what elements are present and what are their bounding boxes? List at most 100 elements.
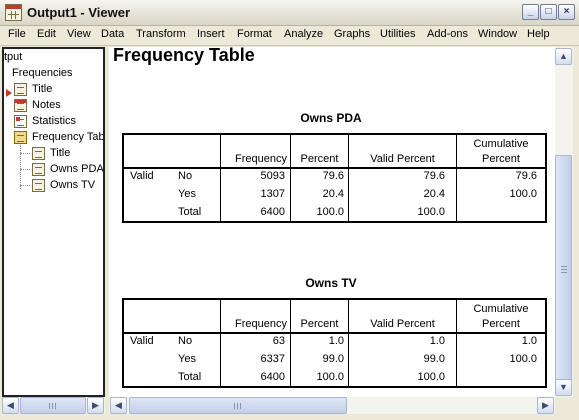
- tree-item-owns-tv[interactable]: Owns TV: [50, 179, 95, 191]
- tree-connector: [20, 145, 21, 189]
- table-cell: 6400: [260, 206, 285, 218]
- grip-line: [55, 403, 56, 409]
- menu-edit[interactable]: Edit: [37, 28, 56, 40]
- scroll-left-button[interactable]: ◀: [2, 397, 19, 414]
- scroll-right-button[interactable]: ▶: [537, 397, 554, 414]
- table-cell: 1.0: [521, 335, 537, 347]
- outline-pane[interactable]: tput Frequencies Title Notes Statistics …: [2, 47, 105, 397]
- table-cell: 5093: [260, 170, 285, 182]
- horizontal-scroll-thumb[interactable]: [129, 397, 347, 414]
- menu-analyze[interactable]: Analyze: [284, 28, 323, 40]
- tree-item-owns-pda[interactable]: Owns PDA: [50, 163, 103, 175]
- table-cell: 6337: [260, 353, 285, 365]
- close-button[interactable]: ×: [558, 4, 575, 20]
- table-cell: 6400: [260, 371, 285, 383]
- grip-line: [240, 403, 241, 409]
- table-cell: 20.4: [423, 188, 445, 200]
- menu-insert[interactable]: Insert: [197, 28, 225, 40]
- tree-item-statistics[interactable]: Statistics: [32, 115, 76, 127]
- outline-horizontal-scrollbar[interactable]: ◀ ▶: [2, 397, 105, 414]
- content-pane: Frequency Table Owns PDA Cumulative Freq…: [109, 47, 555, 397]
- statistics-icon: [14, 115, 27, 128]
- column-header: Valid Percent: [370, 153, 435, 165]
- row-label: Total: [178, 206, 202, 218]
- menu-bar: File Edit View Data Transform Insert For…: [0, 26, 579, 46]
- notes-icon: [14, 99, 27, 112]
- menu-transform[interactable]: Transform: [136, 28, 186, 40]
- horizontal-scroll-thumb[interactable]: [20, 397, 86, 414]
- column-header: Cumulative: [473, 303, 529, 315]
- title-icon: [32, 147, 45, 160]
- column-header: Valid Percent: [370, 318, 435, 330]
- grip-line: [237, 403, 238, 409]
- scroll-down-button[interactable]: ▼: [555, 379, 572, 396]
- vertical-scrollbar[interactable]: ▲ ▼: [555, 47, 573, 397]
- menu-window[interactable]: Window: [478, 28, 517, 40]
- tree-item-output[interactable]: tput: [4, 51, 22, 63]
- row-label: Yes: [178, 353, 196, 365]
- menu-help[interactable]: Help: [527, 28, 550, 40]
- tree-item-notes[interactable]: Notes: [32, 99, 61, 111]
- menu-format[interactable]: Format: [237, 28, 272, 40]
- table-cell: 99.0: [322, 353, 344, 365]
- menu-graphs[interactable]: Graphs: [334, 28, 370, 40]
- tree-connector: [20, 153, 30, 154]
- table-icon: [32, 163, 45, 176]
- table-cell: 100.0: [509, 353, 537, 365]
- tree-item-frequencies[interactable]: Frequencies: [12, 67, 73, 79]
- table-cell: 20.4: [322, 188, 344, 200]
- column-header: Percent: [300, 153, 339, 165]
- menu-utilities[interactable]: Utilities: [380, 28, 415, 40]
- tree-connector: [20, 169, 30, 170]
- tree-item-subtitle[interactable]: Title: [50, 147, 70, 159]
- table-cell: 63: [272, 335, 285, 347]
- row-group-label: Valid: [130, 335, 154, 347]
- grip-line: [561, 266, 567, 267]
- table-title: Owns TV: [305, 276, 357, 290]
- column-header: Cumulative: [473, 138, 529, 150]
- row-label: No: [178, 335, 193, 347]
- grip-line: [234, 403, 235, 409]
- table-cell: 79.6: [515, 170, 537, 182]
- tree-item-title[interactable]: Title: [32, 83, 52, 95]
- vertical-scroll-thumb[interactable]: [555, 155, 572, 385]
- grip-line: [561, 269, 567, 270]
- menu-view[interactable]: View: [67, 28, 91, 40]
- page-title: Frequency Table: [113, 47, 255, 65]
- table-cell: 100.0: [316, 206, 344, 218]
- tree-connector: [20, 185, 30, 186]
- app-viewer-icon[interactable]: [5, 4, 22, 21]
- status-bar: [0, 414, 579, 420]
- table-cell: 99.0: [423, 353, 445, 365]
- menu-file[interactable]: File: [8, 28, 26, 40]
- frequency-table: Cumulative Frequency Percent Valid Perce…: [122, 133, 547, 223]
- menu-add-ons[interactable]: Add-ons: [427, 28, 468, 40]
- column-header: Frequency: [235, 153, 287, 165]
- maximize-button[interactable]: □: [540, 4, 557, 20]
- minimize-button[interactable]: _: [522, 4, 539, 20]
- row-label: Total: [178, 371, 202, 383]
- table-cell: 1307: [260, 188, 285, 200]
- title-bar[interactable]: Output1 - Viewer _ □ ×: [0, 0, 579, 26]
- book-icon: [14, 131, 27, 144]
- table-cell: 100.0: [417, 371, 445, 383]
- table-cell: 1.0: [328, 335, 344, 347]
- tree-item-frequency-table[interactable]: Frequency Tab: [32, 131, 103, 143]
- table-icon: [32, 179, 45, 192]
- column-header: Percent: [300, 318, 339, 330]
- table-cell: 79.6: [423, 170, 445, 182]
- scroll-left-button[interactable]: ◀: [110, 397, 127, 414]
- column-header: Percent: [482, 153, 520, 165]
- grip-line: [561, 272, 567, 273]
- row-group-label: Valid: [130, 170, 154, 182]
- scroll-up-button[interactable]: ▲: [555, 48, 572, 65]
- menu-data[interactable]: Data: [101, 28, 124, 40]
- frequency-table: Cumulative Frequency Percent Valid Perce…: [122, 298, 547, 388]
- grip-line: [52, 403, 53, 409]
- row-label: Yes: [178, 188, 196, 200]
- scroll-right-button[interactable]: ▶: [87, 397, 104, 414]
- content-horizontal-scrollbar[interactable]: ◀ ▶: [109, 397, 555, 414]
- column-header: Percent: [482, 318, 520, 330]
- column-header: Frequency: [235, 318, 287, 330]
- selection-arrow-icon: [6, 89, 12, 97]
